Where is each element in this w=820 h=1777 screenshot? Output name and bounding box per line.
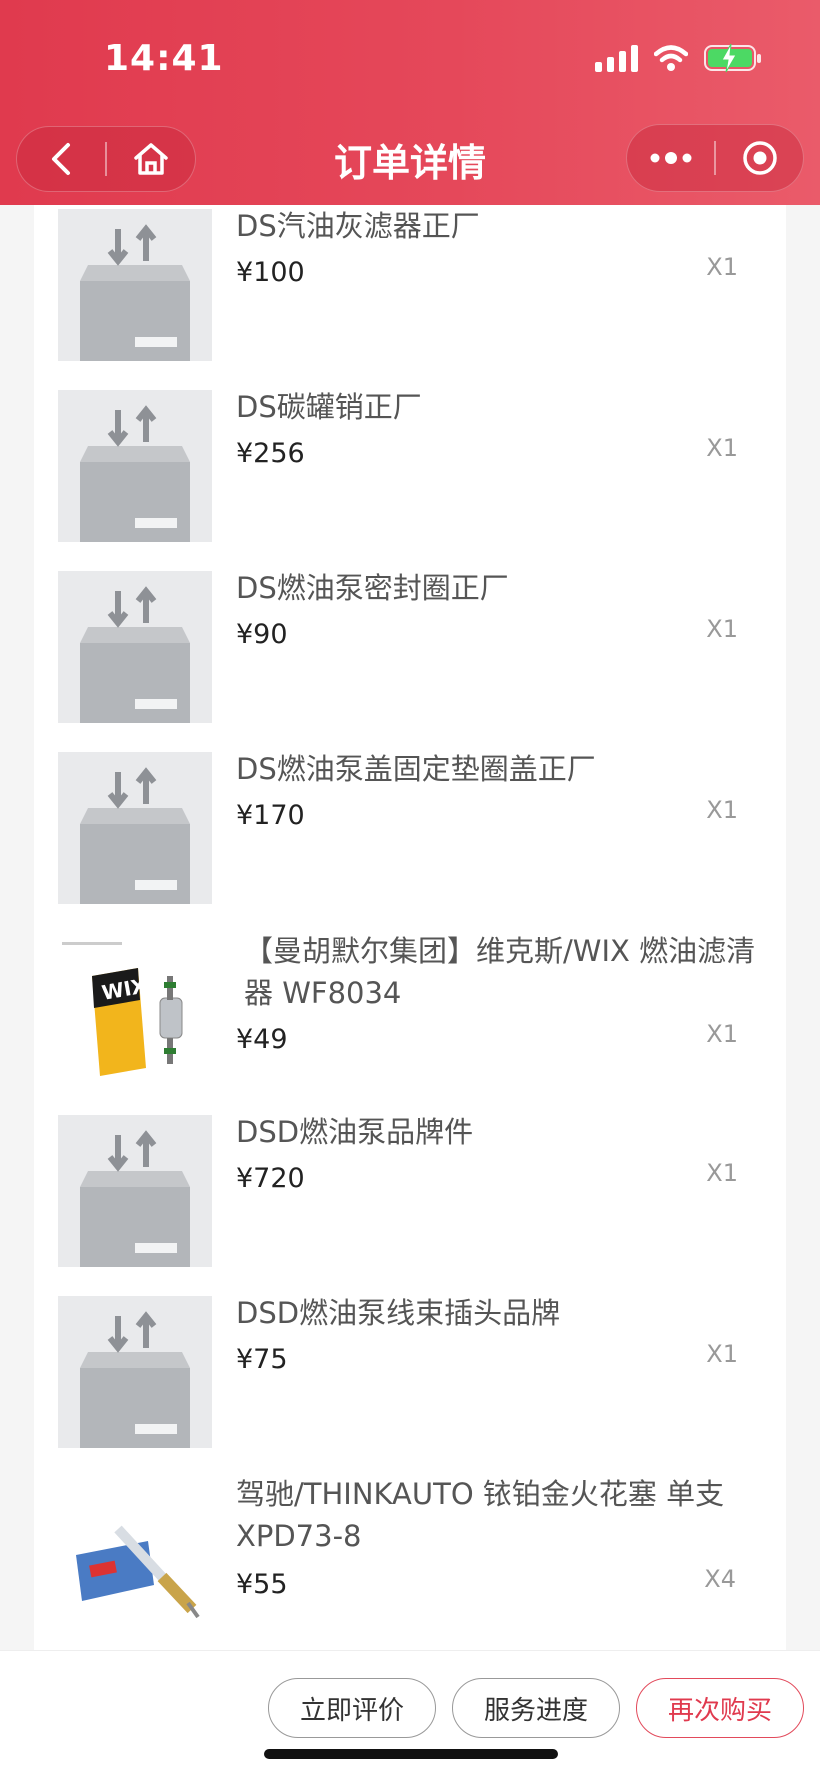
item-price: ¥90 (236, 619, 288, 650)
home-indicator (264, 1749, 558, 1759)
signal-icon (595, 44, 638, 72)
item-quantity: X1 (706, 434, 738, 462)
item-name: DS燃油泵密封圈正厂 (236, 571, 509, 605)
order-item[interactable]: DS碳罐销正厂 ¥256 X1 (58, 390, 758, 542)
order-item[interactable]: DSD燃油泵线束插头品牌 ¥75 X1 (58, 1296, 758, 1448)
placeholder-box-icon (58, 752, 212, 904)
item-quantity: X4 (704, 1565, 736, 1593)
order-items-card: DS汽油灰滤器正厂 ¥100 X1 DS碳罐销正厂 ¥256 X1 DS燃油泵密… (34, 205, 786, 1650)
item-quantity: X1 (706, 253, 738, 281)
item-name: DSD燃油泵线束插头品牌 (236, 1296, 561, 1330)
header-bar: 14:41 订单详情 (0, 0, 820, 205)
rebuy-button[interactable]: 再次购买 (636, 1678, 804, 1738)
close-miniprogram-button[interactable] (716, 124, 803, 192)
more-button[interactable] (627, 124, 714, 192)
item-price: ¥55 (236, 1569, 288, 1600)
item-quantity: X1 (706, 615, 738, 643)
placeholder-box-icon (58, 571, 212, 723)
placeholder-box-icon (58, 209, 212, 361)
wifi-icon (654, 45, 688, 71)
item-name: DS燃油泵盖固定垫圈盖正厂 (236, 752, 596, 786)
order-item[interactable]: DSD燃油泵品牌件 ¥720 X1 (58, 1115, 758, 1267)
item-quantity: X1 (706, 1020, 738, 1048)
item-price: ¥170 (236, 800, 305, 831)
item-name: DS汽油灰滤器正厂 (236, 209, 480, 243)
service-progress-button[interactable]: 服务进度 (452, 1678, 620, 1738)
item-price: ¥720 (236, 1163, 305, 1194)
nav-right-capsule (626, 124, 804, 192)
status-icons (595, 43, 761, 73)
item-price: ¥256 (236, 438, 305, 469)
item-name: 【曼胡默尔集团】维克斯/WIX 燃油滤清器 WF8034 (244, 934, 756, 1010)
order-item[interactable]: DS燃油泵盖固定垫圈盖正厂 ¥170 X1 (58, 752, 758, 904)
item-price: ¥75 (236, 1344, 288, 1375)
item-name: DS碳罐销正厂 (236, 390, 422, 424)
placeholder-box-icon (58, 1115, 212, 1267)
review-button[interactable]: 立即评价 (268, 1678, 436, 1738)
spark-plug-product-photo (58, 1485, 212, 1637)
item-quantity: X1 (706, 1340, 738, 1368)
item-quantity: X1 (706, 1159, 738, 1187)
order-item[interactable]: 驾驰/THINKAUTO 铱铂金火花塞 单支 XPD73-8 ¥55 X4 (58, 1477, 758, 1647)
order-item[interactable]: DS汽油灰滤器正厂 ¥100 X1 (58, 209, 758, 361)
wix-filter-product-photo: WIX (58, 938, 212, 1090)
order-item[interactable]: DS燃油泵密封圈正厂 ¥90 X1 (58, 571, 758, 723)
placeholder-box-icon (58, 1296, 212, 1448)
status-time: 14:41 (104, 38, 224, 79)
placeholder-box-icon (58, 390, 212, 542)
target-icon (742, 141, 777, 175)
more-dots-icon (650, 152, 691, 164)
item-name: DSD燃油泵品牌件 (236, 1115, 474, 1149)
item-quantity: X1 (706, 796, 738, 824)
item-name: 驾驰/THINKAUTO 铱铂金火花塞 单支 XPD73-8 (236, 1477, 725, 1553)
item-price: ¥100 (236, 257, 305, 288)
item-price: ¥49 (236, 1024, 288, 1055)
order-item[interactable]: WIX 【曼胡默尔集团】维克斯/WIX 燃油滤清器 WF8034 ¥49 X1 (58, 932, 758, 1132)
battery-icon (704, 43, 761, 73)
